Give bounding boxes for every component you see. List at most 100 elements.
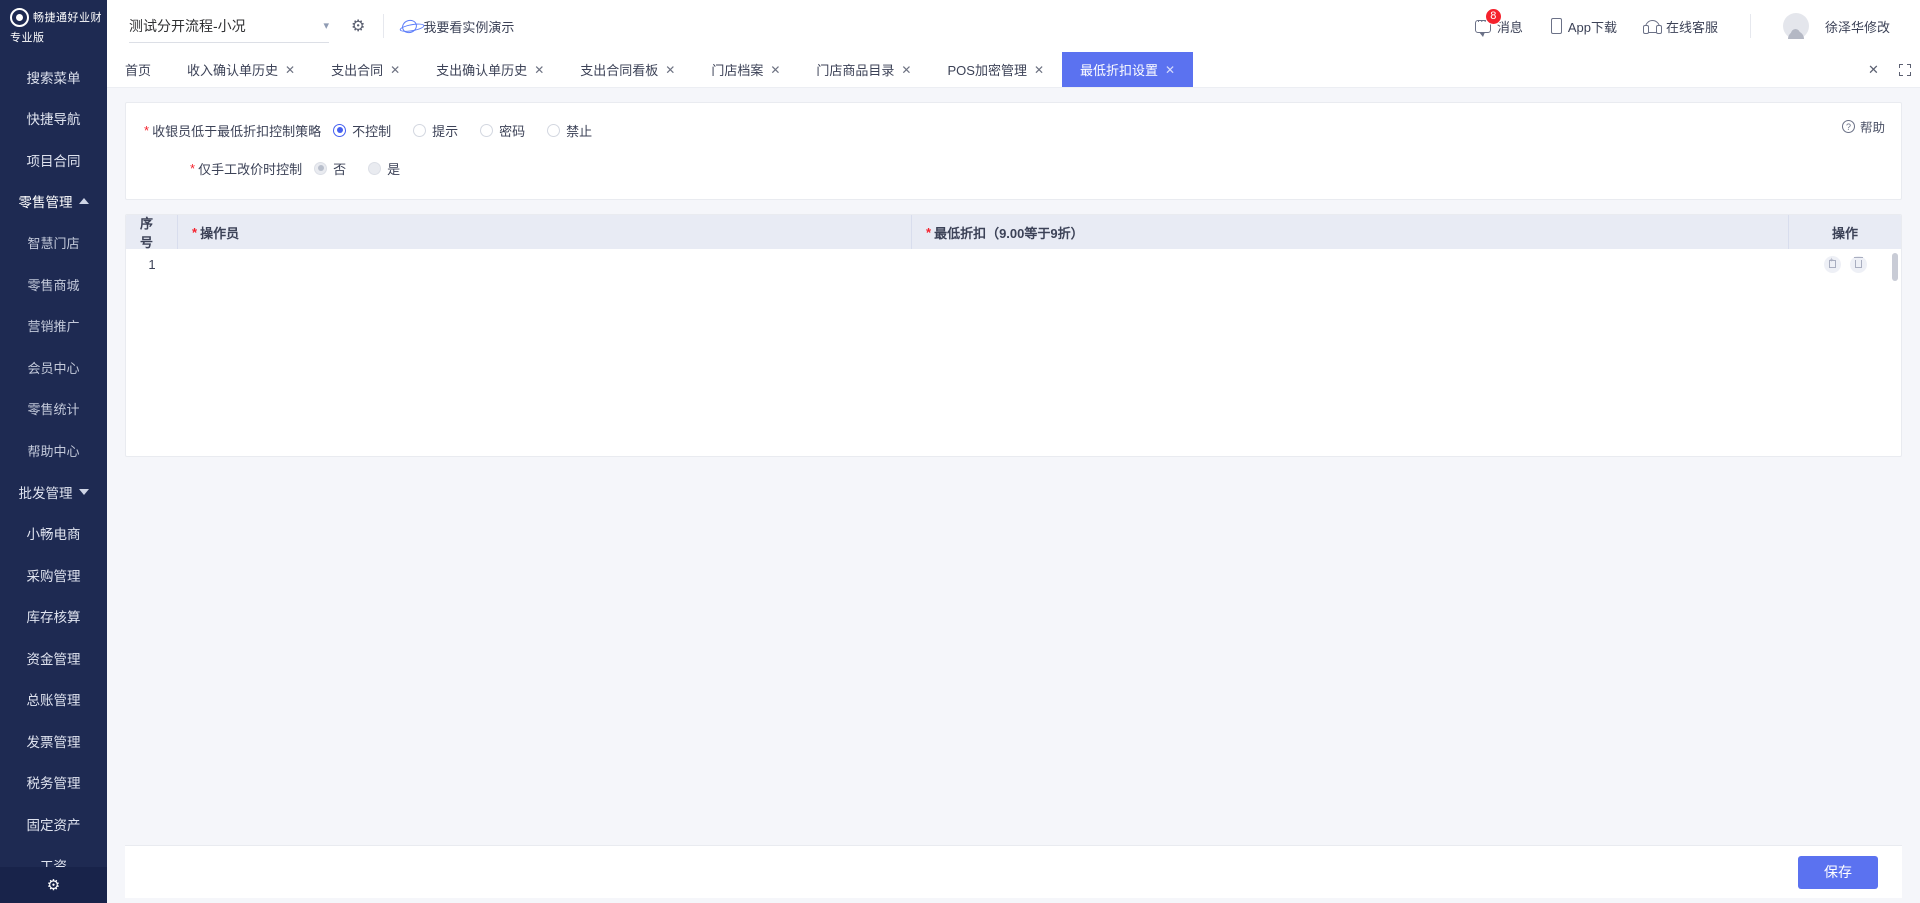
radio-no[interactable]: 否 [314,159,346,178]
headset-icon [1642,19,1662,34]
sidebar-item-retail-mall[interactable]: 零售商城 [0,264,107,306]
avatar [1782,13,1809,39]
tab-label: 收入确认单历史 [187,63,279,78]
tab-minimum-discount-settings[interactable]: 最低折扣设置 ✕ [1062,52,1194,87]
project-select-value: 测试分开流程-小况 [129,17,246,34]
cell-operator[interactable] [178,249,912,279]
sidebar-item-label: 快捷导航 [26,112,81,128]
close-icon[interactable]: ✕ [1165,63,1175,77]
close-icon[interactable]: ✕ [901,63,911,77]
messages-button[interactable]: 消息 8 [1461,7,1537,37]
copy-icon[interactable] [1823,255,1841,273]
radio-dot [547,123,561,137]
sidebar-item-xiaochang-ecommerce[interactable]: 小畅电商 [0,513,107,555]
radio-forbid[interactable]: 禁止 [547,121,592,140]
sidebar-item-label: 搜索菜单 [26,70,81,86]
chevron-down-icon: ▾ [323,20,329,32]
close-icon[interactable]: ✕ [770,63,780,77]
demo-link[interactable]: 我要看实例演示 [400,17,514,36]
sidebar-settings-button[interactable]: ⚙ [0,867,107,903]
sidebar-item-invoice-management[interactable]: 发票管理 [0,720,107,762]
online-support-button[interactable]: 在线客服 [1631,17,1732,36]
tab-expense-contract-board[interactable]: 支出合同看板 ✕ [562,52,693,87]
tab-pos-encryption-management[interactable]: POS加密管理 ✕ [929,52,1062,87]
save-button[interactable]: 保存 [1798,855,1878,889]
tab-home[interactable]: 首页 [107,52,169,87]
radio-password[interactable]: 密码 [480,121,525,140]
close-all-tabs-button[interactable]: ✕ [1858,52,1889,87]
sidebar-item-retail-management[interactable]: 零售管理 [0,181,107,223]
divider [383,14,385,38]
sidebar-item-quick-nav[interactable]: 快捷导航 [0,98,107,140]
tab-income-confirmation-history[interactable]: 收入确认单历史 ✕ [169,52,313,87]
column-label: 操作员 [200,225,240,241]
tab-label: 支出确认单历史 [436,63,528,78]
sidebar-item-label: 固定资产 [26,817,81,833]
sidebar-item-fixed-assets[interactable]: 固定资产 [0,803,107,845]
column-label: 最低折扣（9.00等于9折） [934,225,1084,241]
form-row-cashier-discount-policy: * 收银员低于最低折扣控制策略 不控制 提示 密码 禁止 [144,115,1883,145]
tab-store-archive[interactable]: 门店档案 ✕ [693,52,798,87]
sidebar-item-search-menu[interactable]: 搜索菜单 [0,56,107,98]
fullscreen-button[interactable] [1889,52,1920,87]
sidebar-item-tax-management[interactable]: 税务管理 [0,762,107,804]
column-label: 序号 [140,216,154,250]
sidebar-item-fund-management[interactable]: 资金管理 [0,637,107,679]
tab-expense-contract[interactable]: 支出合同 ✕ [313,52,418,87]
sidebar-item-wholesale-management[interactable]: 批发管理 [0,471,107,513]
user-menu[interactable]: 徐泽华修改 [1769,13,1904,39]
caret-down-icon [78,488,89,495]
tab-expense-confirmation-history[interactable]: 支出确认单历史 ✕ [418,52,562,87]
table-row[interactable]: 1 [126,249,1901,279]
app-download-button[interactable]: App下载 [1537,17,1631,36]
cell-min-discount[interactable] [912,249,1789,279]
brand-edition: 专业版 [10,31,45,44]
close-icon[interactable]: ✕ [665,63,675,77]
sidebar-item-payroll[interactable]: 工资 [0,845,107,867]
sidebar-item-general-ledger[interactable]: 总账管理 [0,679,107,721]
app-download-label: App下载 [1567,19,1617,35]
divider [1749,14,1751,38]
delete-icon[interactable] [1849,255,1867,273]
tab-label: 首页 [125,63,152,78]
radio-no-control[interactable]: 不控制 [333,121,391,140]
sidebar-item-retail-stats[interactable]: 零售统计 [0,388,107,430]
radio-dot-disabled [368,161,382,175]
close-icon[interactable]: ✕ [285,63,295,77]
close-icon[interactable]: ✕ [534,63,544,77]
sidebar-item-help-center[interactable]: 帮助中心 [0,430,107,472]
radio-yes[interactable]: 是 [368,159,400,178]
top-bar-right: 消息 8 App下载 在线客服 徐泽华修改 [1461,7,1904,39]
tab-store-product-catalog[interactable]: 门店商品目录 ✕ [798,52,929,87]
sidebar-item-label: 小畅电商 [26,527,81,543]
column-header-actions: 操作 [1789,215,1901,249]
settings-form-card: ? 帮助 * 收银员低于最低折扣控制策略 不控制 提示 密码 禁止 * 仅手工改… [125,102,1902,200]
required-marker: * [190,160,196,176]
radio-dot [413,123,427,137]
sidebar-item-smart-store[interactable]: 智慧门店 [0,222,107,264]
page-content: ? 帮助 * 收银员低于最低折扣控制策略 不控制 提示 密码 禁止 * 仅手工改… [107,88,1920,845]
required-marker: * [144,122,150,138]
sidebar-menu: 搜索菜单 快捷导航 项目合同 零售管理 智慧门店 零售商城 营销推广 会员中心 … [0,52,107,867]
tab-label: 最低折扣设置 [1080,63,1159,78]
sidebar-item-marketing[interactable]: 营销推广 [0,305,107,347]
page-footer: 保存 [125,845,1902,898]
close-icon[interactable]: ✕ [1034,63,1044,77]
sidebar-item-purchase-management[interactable]: 采购管理 [0,554,107,596]
form-label: 仅手工改价时控制 [198,161,303,177]
table-vertical-scrollbar[interactable] [1892,253,1898,281]
sidebar-item-inventory-accounting[interactable]: 库存核算 [0,596,107,638]
required-marker: * [926,224,932,240]
column-header-operator: * 操作员 [178,215,912,249]
settings-gear-icon[interactable]: ⚙ [351,16,365,36]
radio-group-cashier-discount-policy: 不控制 提示 密码 禁止 [333,121,592,140]
help-link[interactable]: ? 帮助 [1841,117,1885,136]
radio-dot-selected [333,123,347,137]
sidebar-item-label: 库存核算 [26,610,81,626]
radio-prompt[interactable]: 提示 [413,121,458,140]
close-icon[interactable]: ✕ [390,63,400,77]
sidebar-item-member-center[interactable]: 会员中心 [0,347,107,389]
sidebar-item-project-contract[interactable]: 项目合同 [0,139,107,181]
project-select[interactable]: 测试分开流程-小况 ▾ [129,10,329,43]
